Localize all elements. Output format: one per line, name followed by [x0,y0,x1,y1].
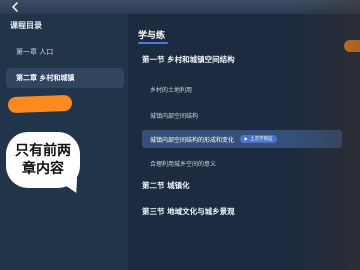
highlight-mark [7,94,73,114]
lesson-item[interactable]: 合理利用城乡空间的意义 [142,154,342,172]
chevron-left-icon [12,2,18,12]
lesson-item[interactable]: 乡村的土地利用 [142,80,342,98]
section-1-heading[interactable]: 第一节 乡村和城镇空间结构 [142,54,235,65]
back-button[interactable] [8,0,22,14]
sidebar-item-label: 第二章 乡村和城镇 [16,74,75,82]
last-studied-badge: 上次学到这 [240,135,277,143]
badge-label: 上次学到这 [250,137,273,142]
title-underline [138,42,168,44]
page-title: 学与练 [138,31,166,41]
annotation-text: 只有前两章内容 [15,143,71,177]
sidebar-item-chapter-1[interactable]: 第一章 人口 [6,42,124,62]
lesson-label: 城镇内部空间结构的形成和变化 [150,136,235,144]
lesson-item[interactable]: 城镇内部空间结构 [142,106,342,124]
section-2-heading[interactable]: 第二节 城镇化 [142,180,190,191]
play-icon [244,137,248,141]
lesson-label: 合理利用城乡空间的意义 [150,160,217,168]
top-bar [0,0,360,14]
lesson-label: 城镇内部空间结构 [150,112,199,120]
section-3-heading[interactable]: 第三节 地域文化与城乡景观 [142,206,235,217]
lesson-label: 乡村的土地利用 [150,86,193,94]
lesson-item-current[interactable]: 城镇内部空间结构的形成和变化 上次学到这 [142,130,342,148]
highlight-mark-right [344,40,360,52]
sidebar-item-chapter-2[interactable]: 第二章 乡村和城镇 [6,68,124,88]
main-panel: 学与练 第一节 乡村和城镇空间结构 乡村的土地利用 城镇内部空间结构 城镇内部空… [128,14,360,270]
sidebar-item-label: 第一章 人口 [16,48,54,56]
sidebar-title: 课程目录 [10,21,42,30]
